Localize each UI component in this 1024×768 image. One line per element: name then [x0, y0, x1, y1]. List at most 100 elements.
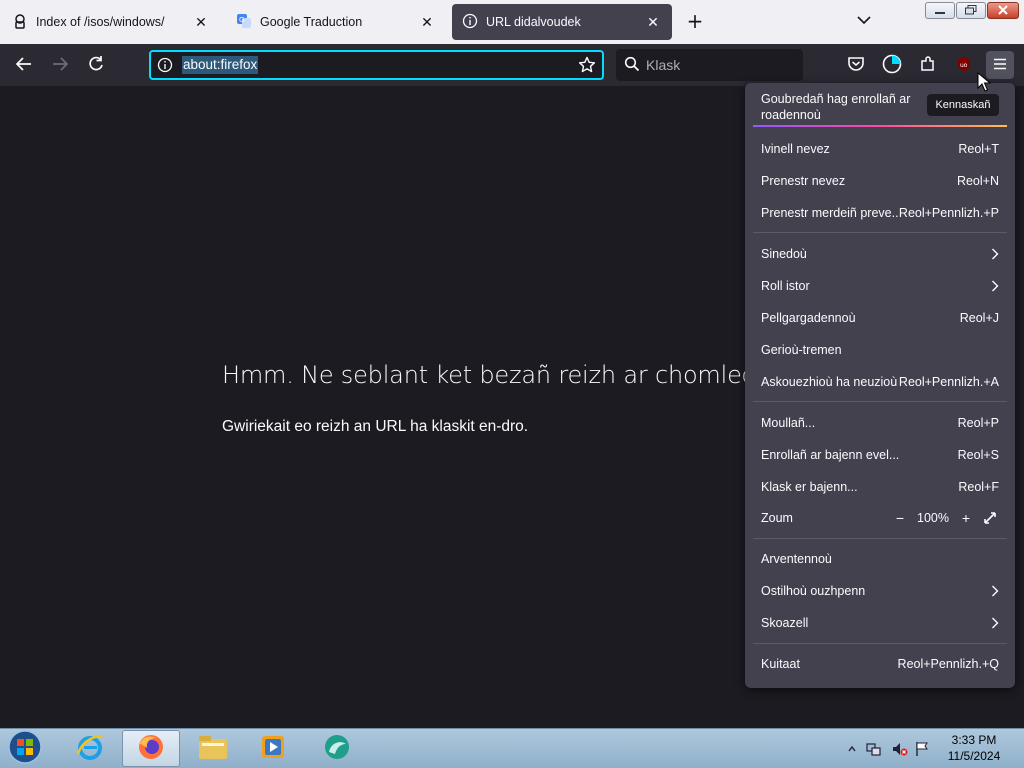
ublock-button[interactable]: uo	[952, 53, 976, 77]
close-window-button[interactable]	[987, 2, 1019, 19]
sign-in-button[interactable]: Kennaskañ	[927, 94, 999, 116]
search-icon	[624, 56, 640, 75]
media-player-icon	[259, 733, 287, 764]
menu-item-new-tab[interactable]: Ivinell nevez Reol+T	[753, 135, 1007, 163]
menu-separator	[753, 643, 1007, 644]
taskbar-internet-explorer[interactable]	[61, 730, 119, 767]
minimize-button[interactable]	[925, 2, 955, 19]
menu-item-save-page[interactable]: Enrollañ ar bajenn evel... Reol+S	[753, 441, 1007, 469]
list-all-tabs-button[interactable]	[852, 10, 876, 32]
url-bar[interactable]: about:firefox	[149, 50, 604, 80]
menu-item-print[interactable]: Moullañ... Reol+P	[753, 409, 1007, 437]
menu-item-label: Ostilhoù ouzhpenn	[761, 584, 866, 598]
menu-item-shortcut: Reol+F	[958, 480, 999, 494]
zoom-controls: − 100% +	[891, 509, 999, 527]
chevron-down-icon	[857, 14, 871, 28]
tab-title: Index of /isos/windows/	[36, 15, 165, 29]
menu-item-shortcut: Reol+T	[958, 142, 999, 156]
menu-item-addons-themes[interactable]: Askouezhioù ha neuzioù Reol+Pennlizh.+A	[753, 368, 1007, 396]
close-icon[interactable]: ✕	[644, 13, 662, 31]
menu-item-label: Kuitaat	[761, 657, 800, 671]
menu-item-quit[interactable]: Kuitaat Reol+Pennlizh.+Q	[753, 650, 1007, 678]
menu-item-new-private-window[interactable]: Prenestr merdeiñ preve... Reol+Pennlizh.+…	[753, 199, 1007, 227]
firefox-icon	[136, 732, 166, 765]
fullscreen-icon[interactable]	[981, 509, 999, 527]
tab-google-traduction[interactable]: G Google Traduction ✕	[226, 4, 446, 40]
url-input[interactable]: about:firefox	[182, 56, 259, 74]
firefox-view-button[interactable]	[880, 53, 904, 77]
app-icon	[321, 732, 353, 765]
search-input[interactable]: Klask	[646, 57, 680, 73]
info-icon	[462, 13, 478, 32]
chevron-right-icon	[985, 585, 999, 597]
menu-item-downloads[interactable]: Pellgargadennoù Reol+J	[753, 304, 1007, 332]
menu-item-label: Ivinell nevez	[761, 142, 830, 156]
menu-item-label: Sinedoù	[761, 247, 807, 261]
star-icon[interactable]	[578, 56, 596, 77]
menu-item-help[interactable]: Skoazell	[753, 609, 1007, 637]
tab-title: URL didalvoudek	[486, 15, 581, 29]
restore-button[interactable]	[956, 2, 986, 19]
reload-button[interactable]	[84, 53, 108, 77]
menu-item-more-tools[interactable]: Ostilhoù ouzhpenn	[753, 577, 1007, 605]
reload-icon	[87, 55, 105, 76]
taskbar-app[interactable]	[308, 730, 366, 767]
menu-item-passwords[interactable]: Gerioù-tremen	[753, 336, 1007, 364]
close-icon[interactable]: ✕	[192, 13, 210, 31]
menu-item-label: Gerioù-tremen	[761, 343, 842, 357]
new-tab-button[interactable]: +	[684, 9, 706, 33]
pocket-button[interactable]	[844, 53, 868, 77]
tab-index-isos[interactable]: Index of /isos/windows/ ✕	[2, 4, 220, 40]
header-divider	[753, 125, 1007, 127]
zoom-in-button[interactable]: +	[957, 509, 975, 527]
menu-item-history[interactable]: Roll istor	[753, 272, 1007, 300]
hamburger-menu-icon	[993, 58, 1007, 73]
menu-item-shortcut: Reol+J	[959, 311, 999, 325]
tab-strip: Index of /isos/windows/ ✕ G Google Tradu…	[0, 0, 1024, 44]
menu-item-shortcut: Reol+S	[957, 448, 999, 462]
menu-item-shortcut: Reol+Pennlizh.+Q	[897, 657, 999, 671]
menu-item-find-in-page[interactable]: Klask er bajenn... Reol+F	[753, 473, 1007, 501]
svg-text:uo: uo	[960, 62, 968, 69]
action-center-flag-icon[interactable]	[914, 741, 930, 757]
taskbar-firefox[interactable]	[122, 730, 180, 767]
zoom-out-button[interactable]: −	[891, 509, 909, 527]
taskbar-media-player[interactable]	[244, 730, 302, 767]
search-bar[interactable]: Klask	[616, 49, 803, 81]
system-clock[interactable]: 3:33 PM 11/5/2024	[936, 732, 1012, 764]
taskbar-file-explorer[interactable]	[184, 730, 242, 767]
arrow-left-icon	[15, 56, 33, 75]
chevron-right-icon	[985, 280, 999, 292]
menu-item-shortcut: Reol+Pennlizh.+A	[898, 375, 999, 389]
close-icon[interactable]: ✕	[418, 13, 436, 31]
tab-url-didalvoudek[interactable]: URL didalvoudek ✕	[452, 4, 672, 40]
site-info-icon[interactable]	[157, 57, 173, 76]
show-hidden-icons-button[interactable]	[844, 741, 860, 757]
menu-item-label: Klask er bajenn...	[761, 480, 858, 494]
menu-item-label: Askouezhioù ha neuzioù	[761, 375, 898, 389]
menu-item-label: Pellgargadennoù	[761, 311, 856, 325]
menu-item-label: Enrollañ ar bajenn evel...	[761, 448, 900, 462]
start-button[interactable]	[0, 730, 50, 767]
network-icon[interactable]	[866, 741, 882, 757]
zoom-reset-button[interactable]: 100%	[915, 511, 951, 525]
menu-item-settings[interactable]: Arventennoù	[753, 545, 1007, 573]
menu-item-shortcut: Reol+Pennlizh.+P	[898, 206, 999, 220]
menu-item-new-window[interactable]: Prenestr nevez Reol+N	[753, 167, 1007, 195]
menu-item-label: Skoazell	[761, 616, 809, 630]
volume-muted-icon[interactable]	[892, 741, 908, 757]
chevron-right-icon	[985, 248, 999, 260]
menu-item-shortcut: Reol+P	[957, 416, 999, 430]
menu-item-bookmarks[interactable]: Sinedoù	[753, 240, 1007, 268]
close-icon	[998, 4, 1008, 18]
back-button[interactable]	[12, 53, 36, 77]
chevron-right-icon	[985, 617, 999, 629]
error-description: Gwiriekait eo reizh an URL ha klaskit en…	[222, 418, 529, 435]
menu-item-zoom: Zoum − 100% +	[753, 504, 1007, 532]
extensions-button[interactable]	[916, 53, 940, 77]
page-icon	[12, 13, 28, 32]
menu-item-label: Prenestr nevez	[761, 174, 846, 188]
minimize-icon	[935, 4, 945, 18]
clock-time: 3:33 PM	[951, 733, 997, 747]
svg-text:G: G	[239, 16, 244, 24]
